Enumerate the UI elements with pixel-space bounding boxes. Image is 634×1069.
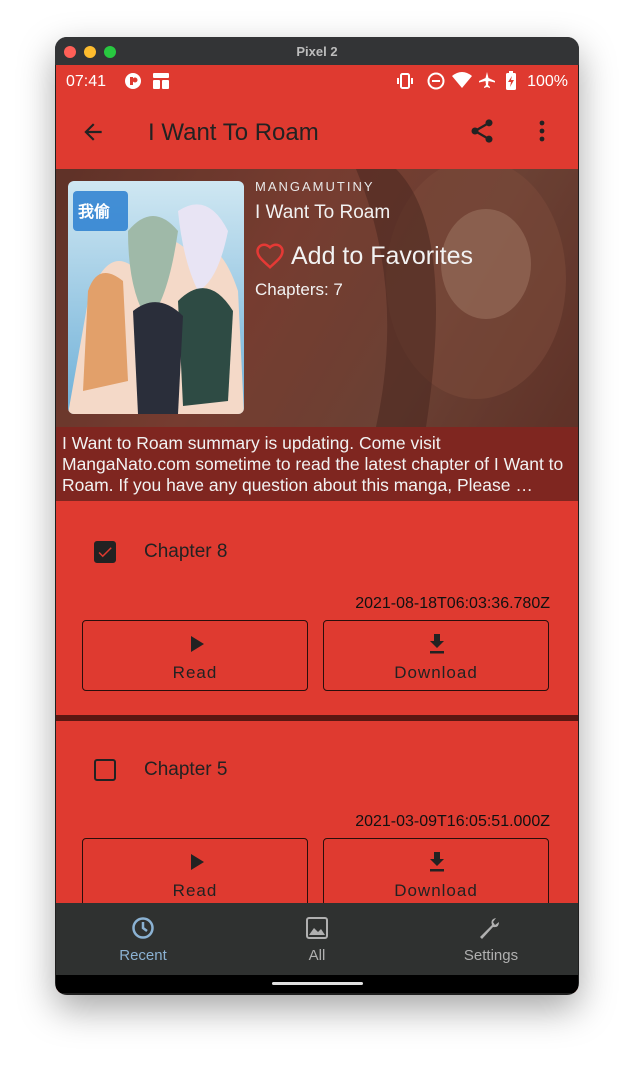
nav-recent-label: Recent bbox=[119, 947, 167, 964]
chapters-count: Chapters: 7 bbox=[255, 280, 343, 299]
chapter-card: Chapter 8 2021-08-18T06:03:36.780Z Read … bbox=[56, 501, 578, 701]
download-icon bbox=[430, 634, 444, 654]
play-icon bbox=[191, 854, 204, 870]
airplane-icon bbox=[479, 72, 495, 88]
download-button-label: Download bbox=[394, 881, 478, 900]
read-button-label: Read bbox=[172, 663, 218, 682]
nav-all-label: All bbox=[308, 947, 326, 964]
manga-title: I Want To Roam bbox=[255, 202, 391, 223]
chapter-checkbox[interactable] bbox=[94, 759, 116, 781]
do-not-disturb-icon bbox=[427, 72, 445, 90]
wrench-icon bbox=[480, 918, 499, 939]
download-icon bbox=[430, 852, 444, 872]
manga-source: MANGAMUTINY bbox=[255, 179, 375, 194]
image-icon bbox=[306, 917, 328, 939]
battery-percentage: 100% bbox=[527, 73, 568, 90]
system-navigation-bar bbox=[56, 975, 578, 993]
bottom-navigation: Recent All Settings bbox=[56, 903, 578, 975]
add-to-favorites-button[interactable]: Add to Favorites bbox=[255, 239, 473, 273]
app-screen: 07:41 100% I Want To Roam 我偷 MANGAMUTINY… bbox=[56, 65, 578, 993]
status-bar: 07:41 100% bbox=[56, 65, 578, 97]
page-title: I Want To Roam bbox=[148, 119, 319, 146]
status-time: 07:41 bbox=[66, 73, 107, 90]
read-button[interactable]: Read bbox=[82, 838, 308, 909]
chapter-name: Chapter 5 bbox=[144, 759, 228, 780]
favorites-label: Add to Favorites bbox=[291, 241, 474, 270]
read-button[interactable]: Read bbox=[82, 620, 308, 691]
nav-recent[interactable]: Recent bbox=[56, 903, 230, 975]
battery-charging-icon bbox=[506, 71, 516, 90]
wifi-icon bbox=[452, 72, 472, 88]
chapter-card: Chapter 5 2021-03-09T16:05:51.000Z Read … bbox=[56, 719, 578, 919]
vibrate-icon bbox=[397, 73, 413, 89]
window-title: Pixel 2 bbox=[296, 44, 338, 59]
svg-text:我偷: 我偷 bbox=[78, 202, 110, 221]
notification-app-icon bbox=[125, 73, 141, 89]
heart-outline-icon bbox=[256, 243, 284, 269]
clock-icon bbox=[132, 917, 154, 939]
back-arrow-icon[interactable] bbox=[80, 119, 106, 145]
download-button[interactable]: Download bbox=[323, 620, 549, 691]
check-icon bbox=[98, 547, 112, 558]
notification-grid-icon bbox=[153, 73, 169, 89]
chapter-name: Chapter 8 bbox=[144, 541, 228, 562]
nav-all[interactable]: All bbox=[230, 903, 404, 975]
download-button-label: Download bbox=[394, 663, 478, 682]
manga-header: 我偷 MANGAMUTINY I Want To Roam Add to Fav… bbox=[56, 169, 578, 427]
home-gesture-bar[interactable] bbox=[272, 982, 363, 985]
play-icon bbox=[191, 636, 204, 652]
more-vert-icon[interactable] bbox=[530, 117, 554, 145]
window-titlebar: Pixel 2 bbox=[55, 37, 579, 65]
read-button-label: Read bbox=[172, 881, 218, 900]
top-app-bar: I Want To Roam bbox=[56, 97, 578, 169]
chapter-date: 2021-03-09T16:05:51.000Z bbox=[355, 813, 550, 830]
nav-settings-label: Settings bbox=[463, 947, 519, 964]
share-icon[interactable] bbox=[468, 117, 496, 145]
chapter-date: 2021-08-18T06:03:36.780Z bbox=[355, 595, 550, 612]
manga-cover-image: 我偷 bbox=[68, 181, 244, 414]
download-button[interactable]: Download bbox=[323, 838, 549, 909]
nav-settings[interactable]: Settings bbox=[404, 903, 578, 975]
device-window: Pixel 2 07:41 100% I Want To Roam 我偷 MAN… bbox=[55, 37, 579, 995]
manga-summary[interactable]: I Want to Roam summary is updating. Come… bbox=[56, 427, 578, 501]
chapter-checkbox[interactable] bbox=[94, 541, 116, 563]
